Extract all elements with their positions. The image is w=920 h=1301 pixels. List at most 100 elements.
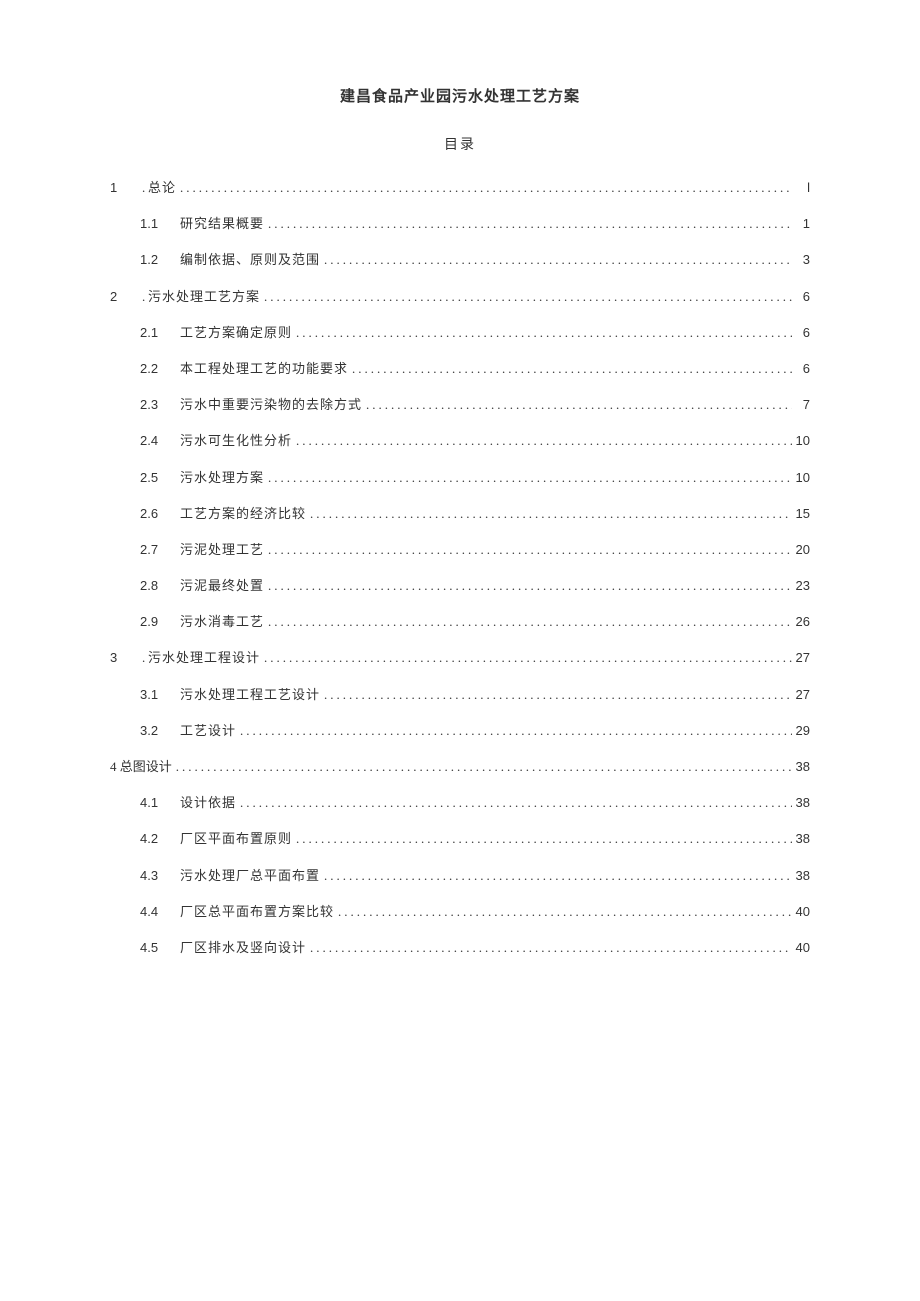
toc-entry-title: 污水处理方案 <box>180 469 264 487</box>
toc-leader-dots <box>264 613 792 631</box>
toc-entry: 3.污水处理工程设计27 <box>110 649 810 667</box>
toc-entry: 2.污水处理工艺方案6 <box>110 288 810 306</box>
toc-leader-dots <box>172 758 792 776</box>
toc-entry-page: 38 <box>792 758 810 776</box>
toc-leader-dots <box>236 794 792 812</box>
toc-entry-page: l <box>792 179 810 197</box>
toc-entry-number: 3 <box>110 649 142 667</box>
toc-entry-page: 27 <box>792 686 810 704</box>
toc-entry-page: 26 <box>792 613 810 631</box>
toc-leader-dots <box>334 903 792 921</box>
toc-entry-title: 设计依据 <box>180 794 236 812</box>
toc-entry: 2.6工艺方案的经济比较 15 <box>110 505 810 523</box>
toc-leader-dots <box>264 577 792 595</box>
toc-entry-page: 38 <box>792 830 810 848</box>
toc-entry: 1.1研究结果概要 1 <box>110 215 810 233</box>
toc-entry-page: 29 <box>792 722 810 740</box>
toc-entry-number: 2.9 <box>140 613 180 631</box>
toc-entry: 3.2工艺设计 29 <box>110 722 810 740</box>
toc-leader-dots <box>176 179 792 197</box>
toc-entry-title: 污水处理厂总平面布置 <box>180 867 320 885</box>
toc-entry-page: 40 <box>792 903 810 921</box>
toc-entry: 2.1工艺方案确定原则6 <box>110 324 810 342</box>
toc-leader-dots <box>306 505 792 523</box>
toc-leader-dots <box>264 541 792 559</box>
toc-leader-dots <box>292 432 792 450</box>
toc-entry-number: 4.1 <box>140 794 180 812</box>
toc-leader-dots <box>260 288 792 306</box>
toc-entry-number: 2.3 <box>140 396 180 414</box>
toc-entry: 3.1污水处理工程工艺设计 27 <box>110 686 810 704</box>
toc-entry-number: 2.2 <box>140 360 180 378</box>
toc-entry-number: 1.2 <box>140 251 180 269</box>
toc-entry-number: 4.5 <box>140 939 180 957</box>
toc-heading: 目录 <box>110 134 810 154</box>
toc-entry-title: 厂区总平面布置方案比较 <box>180 903 334 921</box>
toc-entry-number: 2.7 <box>140 541 180 559</box>
toc-entry: 4.2厂区平面布置原则 38 <box>110 830 810 848</box>
toc-entry-number: 1.1 <box>140 215 180 233</box>
toc-entry-title: 污水消毒工艺 <box>180 613 264 631</box>
toc-leader-dots <box>348 360 792 378</box>
toc-leader-dots <box>292 830 792 848</box>
toc-entry: 2.3污水中重要污染物的去除方式 7 <box>110 396 810 414</box>
toc-entry-title: 污水中重要污染物的去除方式 <box>180 396 362 414</box>
toc-entry-page: 1 <box>792 215 810 233</box>
toc-entry-title: 污水处理工程设计 <box>148 649 260 667</box>
toc-leader-dots <box>320 686 792 704</box>
toc-entry: 4.3污水处理厂总平面布置 38 <box>110 867 810 885</box>
toc-entry-page: 7 <box>792 396 810 414</box>
toc-entry: 2.2本工程处理工艺的功能要求 6 <box>110 360 810 378</box>
toc-entry-number: 3.1 <box>140 686 180 704</box>
toc-entry-title: 污泥处理工艺 <box>180 541 264 559</box>
toc-entry-title: 污泥最终处置 <box>180 577 264 595</box>
toc-entry-number: 2.6 <box>140 505 180 523</box>
toc-entry-page: 6 <box>792 324 810 342</box>
toc-leader-dots <box>260 649 792 667</box>
toc-entry-page: 15 <box>792 505 810 523</box>
toc-entry-page: 6 <box>792 288 810 306</box>
toc-entry: 2.5污水处理方案10 <box>110 469 810 487</box>
toc-entry-title: 研究结果概要 <box>180 215 264 233</box>
toc-entry-number: 3.2 <box>140 722 180 740</box>
toc-entry-page: 38 <box>792 867 810 885</box>
toc-entry: 4 总图设计 38 <box>110 758 810 776</box>
toc-entry-page: 3 <box>792 251 810 269</box>
toc-entry-number: 4.3 <box>140 867 180 885</box>
toc-entry-number: 2.8 <box>140 577 180 595</box>
toc-entry-page: 10 <box>792 432 810 450</box>
toc-entry: 2.7污泥处理工艺 20 <box>110 541 810 559</box>
toc-entry: 2.8污泥最终处置23 <box>110 577 810 595</box>
toc-entry: 4.4厂区总平面布置方案比较 40 <box>110 903 810 921</box>
toc-entry-number: 4.4 <box>140 903 180 921</box>
toc-entry-title: 本工程处理工艺的功能要求 <box>180 360 348 378</box>
toc-entry: 1.2编制依据、原则及范围 3 <box>110 251 810 269</box>
toc-entry: 4.5厂区排水及竖向设计 40 <box>110 939 810 957</box>
toc-entry-title: 污水处理工艺方案 <box>148 288 260 306</box>
toc-entry-page: 10 <box>792 469 810 487</box>
toc-leader-dots <box>236 722 792 740</box>
toc-entry-title: 总论 <box>148 179 176 197</box>
toc-entry-number: 2.4 <box>140 432 180 450</box>
toc-entry-number: 2 <box>110 288 142 306</box>
toc-leader-dots <box>362 396 792 414</box>
toc-leader-dots <box>320 251 792 269</box>
toc-entry-page: 38 <box>792 794 810 812</box>
table-of-contents: 1.总论l1.1研究结果概要11.2编制依据、原则及范围32.污水处理工艺方案6… <box>110 179 810 957</box>
toc-entry-page: 27 <box>792 649 810 667</box>
toc-leader-dots <box>264 469 792 487</box>
document-title: 建昌食品产业园污水处理工艺方案 <box>110 85 810 106</box>
toc-entry: 1.总论l <box>110 179 810 197</box>
toc-entry-page: 40 <box>792 939 810 957</box>
toc-entry-title: 编制依据、原则及范围 <box>180 251 320 269</box>
toc-entry-page: 20 <box>792 541 810 559</box>
toc-entry-page: 6 <box>792 360 810 378</box>
toc-entry-number: 4.2 <box>140 830 180 848</box>
toc-entry-number: 2.1 <box>140 324 180 342</box>
toc-entry-text: 4 总图设计 <box>110 758 172 776</box>
toc-entry-title: 工艺方案的经济比较 <box>180 505 306 523</box>
toc-entry-title: 厂区排水及竖向设计 <box>180 939 306 957</box>
toc-entry-title: 污水处理工程工艺设计 <box>180 686 320 704</box>
toc-entry-title: 厂区平面布置原则 <box>180 830 292 848</box>
toc-entry-title: 工艺设计 <box>180 722 236 740</box>
